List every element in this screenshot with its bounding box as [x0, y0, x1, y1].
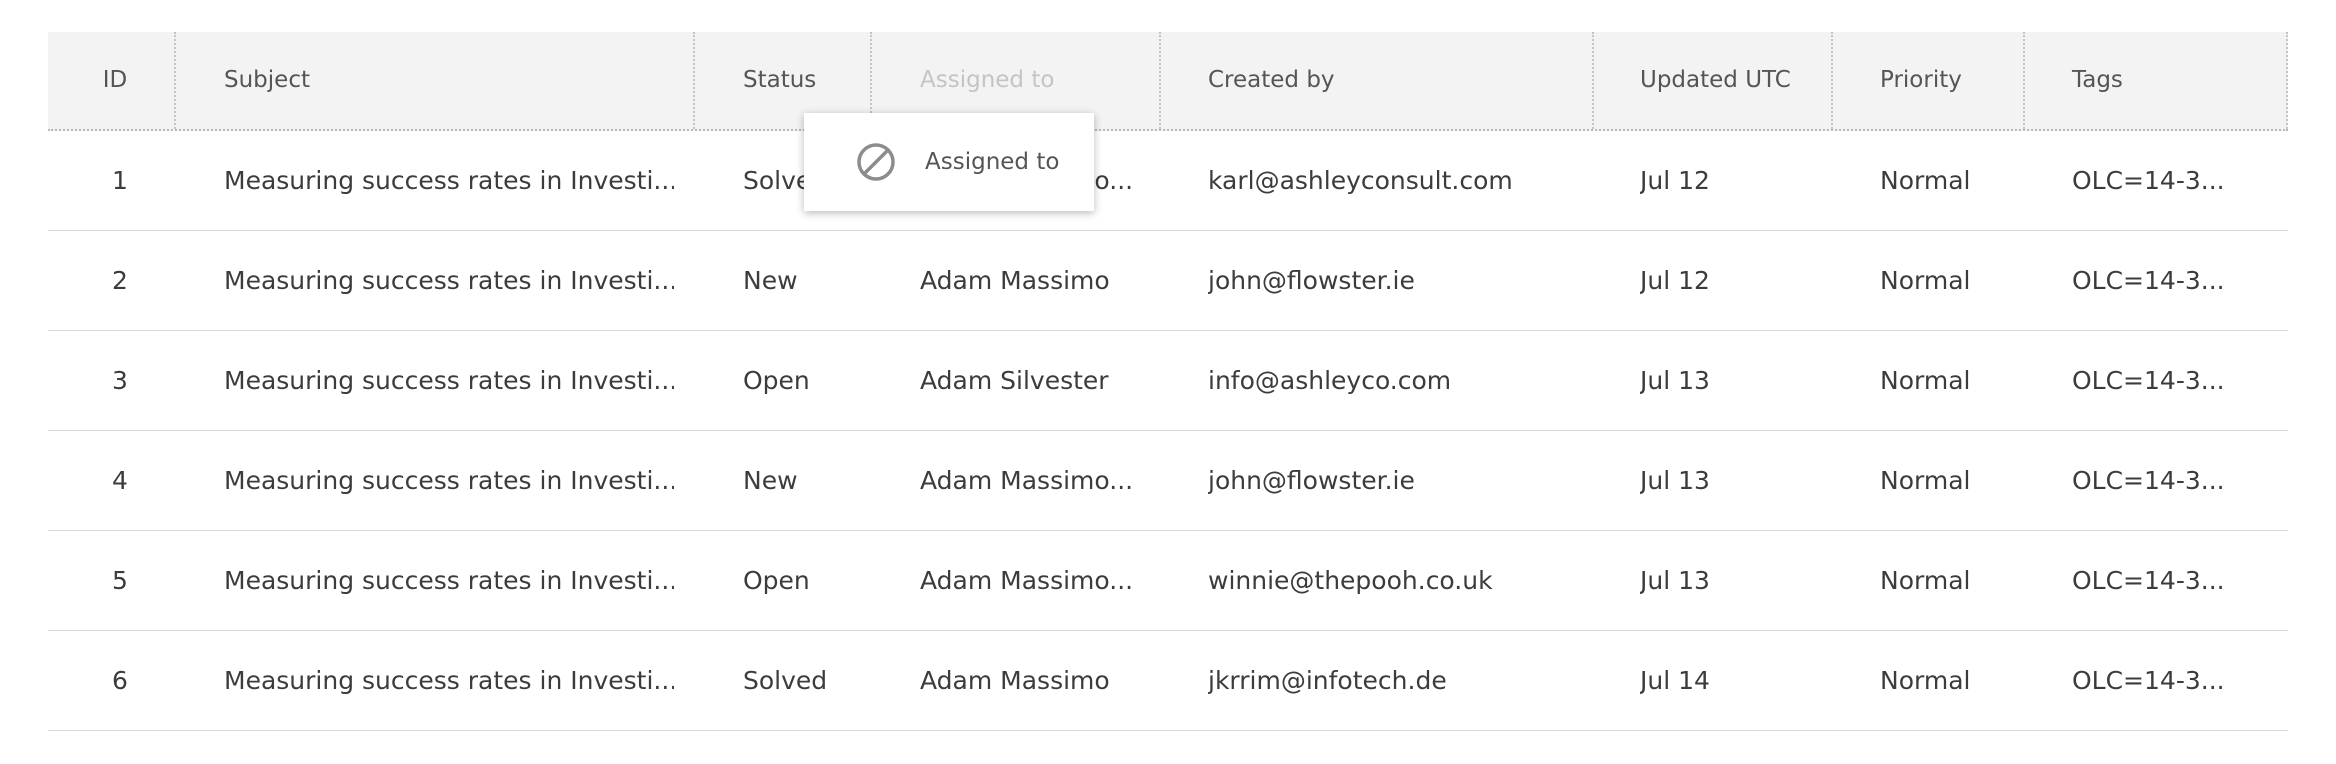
grid-header: ID Subject Status Assigned to Created by…	[48, 32, 2288, 131]
cell-updated: Jul 12	[1640, 266, 1710, 295]
table-row[interactable]: 4 Measuring success rates in Investi... …	[48, 431, 2288, 531]
cell-tags: OLC=14-3...	[2072, 166, 2225, 195]
cell-status: New	[743, 466, 798, 495]
cell-created-by: john@flowster.ie	[1208, 466, 1415, 495]
table-row[interactable]: 6 Measuring success rates in Investi... …	[48, 631, 2288, 731]
cell-created-by: winnie@thepooh.co.uk	[1208, 566, 1493, 595]
cell-id: 3	[112, 366, 128, 395]
cell-updated: Jul 13	[1640, 466, 1710, 495]
cell-assigned: Adam Massimo...	[920, 566, 1134, 595]
column-resize-handle[interactable]	[174, 32, 176, 129]
not-allowed-icon	[857, 143, 895, 181]
tickets-grid: ID Subject Status Assigned to Created by…	[48, 32, 2288, 731]
table-row[interactable]: 1 Measuring success rates in Investi... …	[48, 131, 2288, 231]
column-resize-handle[interactable]	[2023, 32, 2025, 129]
column-resize-handle[interactable]	[2286, 32, 2288, 129]
cell-updated: Jul 13	[1640, 366, 1710, 395]
cell-tags: OLC=14-3...	[2072, 566, 2225, 595]
cell-priority: Normal	[1880, 166, 1971, 195]
cell-tags: OLC=14-3...	[2072, 366, 2225, 395]
cell-subject: Measuring success rates in Investi...	[224, 366, 674, 395]
cell-tags: OLC=14-3...	[2072, 466, 2225, 495]
cell-tags: OLC=14-3...	[2072, 266, 2225, 295]
cell-subject: Measuring success rates in Investi...	[224, 266, 674, 295]
cell-created-by: jkrrim@infotech.de	[1208, 666, 1447, 695]
cell-id: 5	[112, 566, 128, 595]
column-resize-handle[interactable]	[1831, 32, 1833, 129]
cell-assigned: Adam Massimo	[920, 266, 1110, 295]
column-resize-handle[interactable]	[693, 32, 695, 129]
cell-id: 1	[112, 166, 128, 195]
column-header-priority[interactable]: Priority	[1880, 32, 1962, 129]
cell-status: New	[743, 266, 798, 295]
column-drag-popup[interactable]: Assigned to	[804, 113, 1094, 211]
cell-updated: Jul 12	[1640, 166, 1710, 195]
column-header-id[interactable]: ID	[48, 32, 182, 129]
cell-id: 6	[112, 666, 128, 695]
cell-id: 4	[112, 466, 128, 495]
cell-id: 2	[112, 266, 128, 295]
cell-updated: Jul 14	[1640, 666, 1710, 695]
cell-assigned: Adam Silvester	[920, 366, 1109, 395]
cell-priority: Normal	[1880, 366, 1971, 395]
column-header-tags[interactable]: Tags	[2072, 32, 2123, 129]
column-header-created-by[interactable]: Created by	[1208, 32, 1335, 129]
cell-status: Open	[743, 566, 810, 595]
cell-tags: OLC=14-3...	[2072, 666, 2225, 695]
table-row[interactable]: 5 Measuring success rates in Investi... …	[48, 531, 2288, 631]
drag-popup-label: Assigned to	[925, 149, 1060, 175]
cell-subject: Measuring success rates in Investi...	[224, 466, 674, 495]
cell-assigned: Adam Massimo...	[920, 466, 1134, 495]
cell-created-by: john@flowster.ie	[1208, 266, 1415, 295]
cell-priority: Normal	[1880, 566, 1971, 595]
cell-subject: Measuring success rates in Investi...	[224, 166, 674, 195]
cell-status: Solved	[743, 666, 828, 695]
column-resize-handle[interactable]	[1592, 32, 1594, 129]
cell-priority: Normal	[1880, 266, 1971, 295]
column-resize-handle[interactable]	[1159, 32, 1161, 129]
cell-created-by: karl@ashleyconsult.com	[1208, 166, 1513, 195]
cell-priority: Normal	[1880, 466, 1971, 495]
cell-updated: Jul 13	[1640, 566, 1710, 595]
table-row[interactable]: 3 Measuring success rates in Investi... …	[48, 331, 2288, 431]
cell-subject: Measuring success rates in Investi...	[224, 666, 674, 695]
cell-priority: Normal	[1880, 666, 1971, 695]
cell-created-by: info@ashleyco.com	[1208, 366, 1452, 395]
cell-status: Open	[743, 366, 810, 395]
column-header-subject[interactable]: Subject	[224, 32, 310, 129]
cell-subject: Measuring success rates in Investi...	[224, 566, 674, 595]
column-header-updated[interactable]: Updated UTC	[1640, 32, 1791, 129]
cell-assigned: Adam Massimo	[920, 666, 1110, 695]
table-row[interactable]: 2 Measuring success rates in Investi... …	[48, 231, 2288, 331]
